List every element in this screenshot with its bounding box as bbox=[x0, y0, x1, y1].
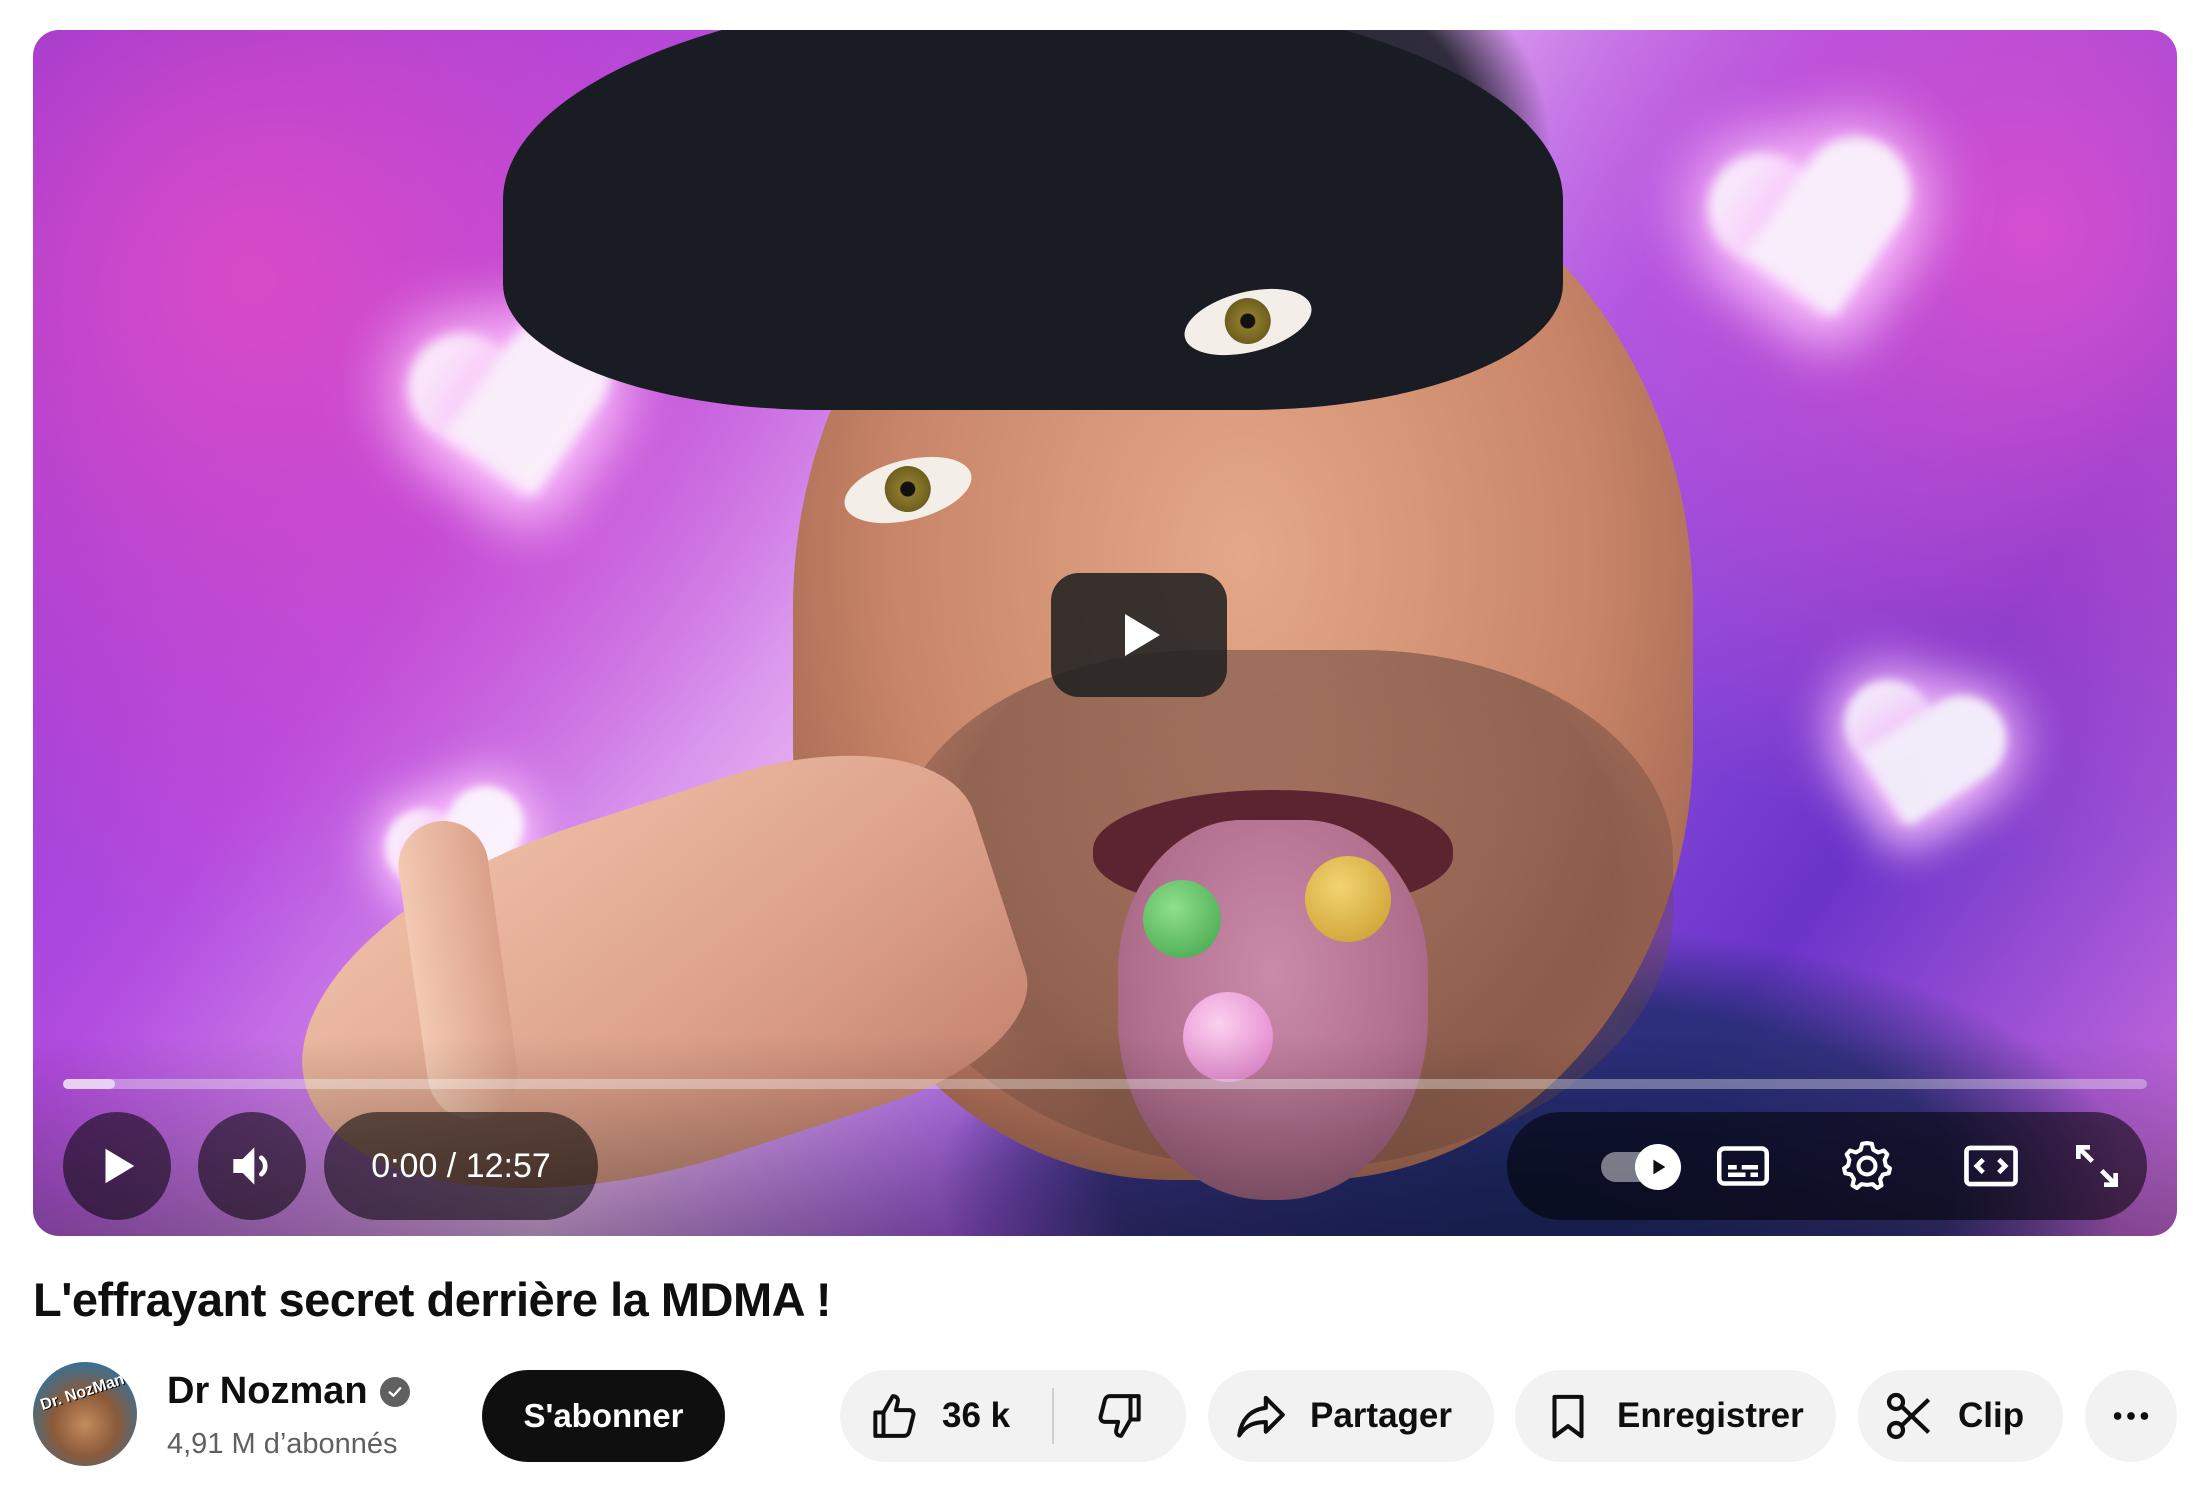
channel-name-row[interactable]: Dr Nozman bbox=[167, 1370, 410, 1413]
play-icon bbox=[1111, 607, 1167, 663]
verified-icon bbox=[379, 1376, 410, 1407]
more-horizontal-icon bbox=[2108, 1393, 2154, 1439]
fullscreen-button[interactable] bbox=[2047, 1112, 2147, 1220]
right-controls bbox=[1507, 1112, 2147, 1220]
pill-shape bbox=[1143, 880, 1221, 958]
big-play-button[interactable] bbox=[1051, 573, 1227, 697]
gear-icon bbox=[1838, 1137, 1896, 1195]
subscribe-button[interactable]: S'abonner bbox=[482, 1370, 725, 1462]
progress-bar[interactable] bbox=[63, 1079, 2147, 1089]
theater-mode-button[interactable] bbox=[1941, 1112, 2041, 1220]
clip-button[interactable]: Clip bbox=[1858, 1370, 2063, 1462]
subscriber-count: 4,91 M d’abonnés bbox=[167, 1428, 398, 1460]
more-actions-button[interactable] bbox=[2085, 1370, 2177, 1462]
channel-avatar[interactable]: Dr. NozMan bbox=[33, 1362, 137, 1466]
thumbs-down-icon bbox=[1092, 1388, 1148, 1444]
dislike-button[interactable] bbox=[1054, 1370, 1186, 1462]
play-button[interactable] bbox=[63, 1112, 171, 1220]
autoplay-toggle[interactable] bbox=[1537, 1112, 1681, 1220]
mute-button[interactable] bbox=[198, 1112, 306, 1220]
like-dislike-group: 36 k bbox=[840, 1370, 1186, 1462]
scissors-icon bbox=[1882, 1388, 1938, 1444]
time-display: 0:00 / 12:57 bbox=[324, 1112, 598, 1220]
channel-name[interactable]: Dr Nozman bbox=[167, 1370, 368, 1413]
share-label: Partager bbox=[1310, 1396, 1453, 1435]
heart-shape bbox=[1697, 134, 1929, 366]
fullscreen-icon bbox=[2069, 1138, 2125, 1194]
heart-shape bbox=[1818, 675, 2008, 865]
volume-icon bbox=[224, 1138, 280, 1194]
theater-mode-icon bbox=[1960, 1135, 2022, 1197]
like-button[interactable]: 36 k bbox=[840, 1370, 1052, 1462]
play-icon bbox=[94, 1143, 140, 1189]
bookmark-icon bbox=[1541, 1389, 1595, 1443]
video-title: L'effrayant secret derrière la MDMA ! bbox=[33, 1273, 832, 1326]
progress-buffer bbox=[63, 1079, 116, 1089]
settings-button[interactable] bbox=[1817, 1112, 1917, 1220]
pill-shape bbox=[1305, 856, 1391, 942]
save-button[interactable]: Enregistrer bbox=[1515, 1370, 1836, 1462]
autoplay-toggle-icon bbox=[1635, 1144, 1681, 1190]
avatar-logo-text: Dr. NozMan bbox=[38, 1370, 127, 1415]
video-player[interactable]: 0:00 / 12:57 bbox=[33, 30, 2177, 1236]
subtitles-icon bbox=[1713, 1136, 1773, 1196]
share-arrow-icon bbox=[1232, 1387, 1290, 1445]
save-label: Enregistrer bbox=[1617, 1396, 1804, 1435]
clip-label: Clip bbox=[1958, 1396, 2025, 1435]
share-button[interactable]: Partager bbox=[1208, 1370, 1494, 1462]
subtitles-button[interactable] bbox=[1693, 1112, 1793, 1220]
like-count: 36 k bbox=[942, 1396, 1011, 1435]
cap-shape bbox=[503, 30, 1563, 410]
thumbs-up-icon bbox=[866, 1388, 922, 1444]
